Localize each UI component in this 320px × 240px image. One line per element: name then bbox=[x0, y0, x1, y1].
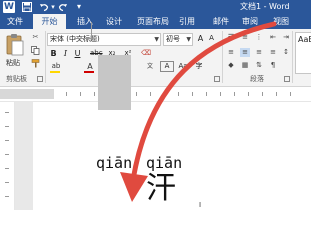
ruler-tick bbox=[220, 92, 221, 96]
shrink-font-button[interactable]: A bbox=[207, 33, 216, 44]
ibeam-cursor-icon: I bbox=[199, 201, 202, 209]
group-divider bbox=[45, 31, 46, 83]
margin-crop-mark bbox=[74, 38, 92, 39]
font-launcher-icon[interactable] bbox=[214, 76, 220, 82]
copy-icon[interactable] bbox=[31, 46, 40, 55]
font-name-select[interactable]: 宋体 (中文标题) ▼ bbox=[47, 33, 161, 46]
customize-toolbar-icon[interactable]: ▾ bbox=[75, 1, 83, 13]
ruler-tick bbox=[248, 92, 249, 96]
ruler-tick bbox=[178, 92, 179, 96]
ruler-tick bbox=[192, 92, 193, 96]
clipboard-launcher-icon[interactable] bbox=[37, 76, 43, 82]
chevron-down-icon: ▼ bbox=[186, 36, 191, 43]
ruler-left-margin bbox=[0, 89, 54, 99]
ruler-tick bbox=[164, 92, 165, 96]
enclose-character-button[interactable]: 字 bbox=[193, 61, 205, 72]
ruler-tick bbox=[206, 92, 207, 96]
chevron-down-icon: ▼ bbox=[154, 36, 159, 43]
chinese-character[interactable]: 汗 bbox=[146, 172, 176, 206]
ruler-tick bbox=[5, 196, 9, 197]
group-divider bbox=[292, 31, 293, 83]
text-selection[interactable] bbox=[98, 55, 131, 110]
title-bar: W ▾ ▾ 文档1 - Word bbox=[0, 0, 311, 14]
group-divider bbox=[222, 31, 223, 83]
ribbon-home: 粘贴 ✂ 剪贴板 宋体 (中文标题) ▼ 初号 ▼ A A B I U abc … bbox=[0, 29, 311, 87]
italic-button[interactable]: I bbox=[61, 48, 70, 59]
character-border-button[interactable]: A bbox=[160, 61, 174, 72]
tab-file[interactable]: 文件 bbox=[0, 14, 30, 29]
pinyin-text[interactable]: qiān bbox=[96, 155, 132, 171]
grow-font-button[interactable]: A bbox=[196, 33, 205, 44]
line-spacing-icon[interactable]: ↕ bbox=[281, 48, 291, 57]
tab-references[interactable]: 引用 bbox=[179, 14, 195, 29]
borders-icon[interactable]: ▦ bbox=[240, 61, 250, 70]
ruler-tick bbox=[150, 92, 151, 96]
phonetic-guide-icon[interactable]: 文 bbox=[143, 61, 157, 72]
multilevel-list-icon[interactable]: ⋮ bbox=[254, 33, 264, 42]
show-marks-icon[interactable]: ¶ bbox=[268, 61, 278, 70]
horizontal-ruler[interactable] bbox=[0, 87, 311, 102]
justify-icon[interactable]: ≡ bbox=[268, 48, 278, 57]
ruler-tick bbox=[290, 92, 291, 96]
highlight-color-swatch bbox=[50, 71, 60, 73]
sort-icon[interactable]: ⇅ bbox=[254, 61, 264, 70]
ruler-tick bbox=[136, 92, 137, 96]
ruler-tick bbox=[5, 126, 9, 127]
font-color-swatch bbox=[84, 71, 94, 73]
paragraph-group-label: 段落 bbox=[250, 75, 264, 83]
tab-page-layout[interactable]: 页面布局 bbox=[137, 14, 169, 29]
cut-icon[interactable]: ✂ bbox=[31, 33, 40, 42]
tab-mailings[interactable]: 邮件 bbox=[213, 14, 229, 29]
ruler-tick bbox=[234, 92, 235, 96]
pinyin-text[interactable]: qiān bbox=[146, 155, 182, 171]
undo-dropdown-icon[interactable]: ▾ bbox=[50, 1, 56, 13]
ruler-tick bbox=[262, 92, 263, 96]
ruler-tick bbox=[5, 112, 9, 113]
numbering-icon[interactable]: ≡ bbox=[240, 33, 250, 42]
word-logo-icon: W bbox=[3, 1, 15, 13]
style-normal-preview[interactable]: AaB bbox=[295, 32, 311, 74]
align-left-icon[interactable]: ≡ bbox=[226, 48, 236, 57]
decrease-indent-icon[interactable]: ⇤ bbox=[268, 33, 278, 42]
format-painter-icon[interactable] bbox=[31, 59, 40, 68]
margin-crop-mark bbox=[91, 22, 92, 39]
undo-icon[interactable] bbox=[38, 1, 50, 13]
underline-button[interactable]: U bbox=[73, 48, 82, 59]
ribbon-tab-bar: 文件 开始 插入 设计 页面布局 引用 邮件 审阅 视图 bbox=[0, 14, 311, 30]
ruler-tick bbox=[66, 92, 67, 96]
redo-icon[interactable] bbox=[57, 1, 69, 13]
ruler-tick bbox=[94, 92, 95, 96]
document-title: 文档1 - Word bbox=[240, 2, 290, 11]
bold-button[interactable]: B bbox=[49, 48, 58, 59]
change-case-button[interactable]: Aa bbox=[176, 61, 190, 72]
tab-view[interactable]: 视图 bbox=[273, 14, 289, 29]
paste-label: 粘贴 bbox=[6, 59, 20, 67]
ruler-tick bbox=[5, 154, 9, 155]
align-center-icon[interactable]: ≡ bbox=[240, 48, 250, 57]
align-right-icon[interactable]: ≡ bbox=[254, 48, 264, 57]
increase-indent-icon[interactable]: ⇥ bbox=[281, 33, 291, 42]
font-size-select[interactable]: 初号 ▼ bbox=[163, 33, 193, 46]
word-window: W ▾ ▾ 文档1 - Word 文件 开始 插入 设计 页面布局 引用 邮件 … bbox=[0, 0, 311, 210]
clear-formatting-icon[interactable]: ⌫ bbox=[140, 48, 152, 59]
paste-button[interactable] bbox=[6, 33, 24, 57]
ruler-tick bbox=[276, 92, 277, 96]
tab-review[interactable]: 审阅 bbox=[242, 14, 258, 29]
ruler-tick bbox=[5, 140, 9, 141]
tab-home[interactable]: 开始 bbox=[33, 14, 66, 30]
bullets-icon[interactable]: ☰ bbox=[226, 33, 236, 42]
save-icon[interactable] bbox=[21, 1, 33, 13]
font-size-value: 初号 bbox=[166, 35, 180, 43]
ruler-tick bbox=[5, 168, 9, 169]
shading-icon[interactable]: ◆ bbox=[226, 61, 236, 70]
tab-design[interactable]: 设计 bbox=[106, 14, 122, 29]
paragraph-launcher-icon[interactable] bbox=[284, 76, 290, 82]
font-name-value: 宋体 (中文标题) bbox=[50, 35, 100, 43]
clipboard-group-label: 剪贴板 bbox=[6, 75, 27, 83]
vertical-ruler[interactable] bbox=[0, 102, 15, 210]
ruler-tick bbox=[5, 182, 9, 183]
ruler-tick bbox=[80, 92, 81, 96]
